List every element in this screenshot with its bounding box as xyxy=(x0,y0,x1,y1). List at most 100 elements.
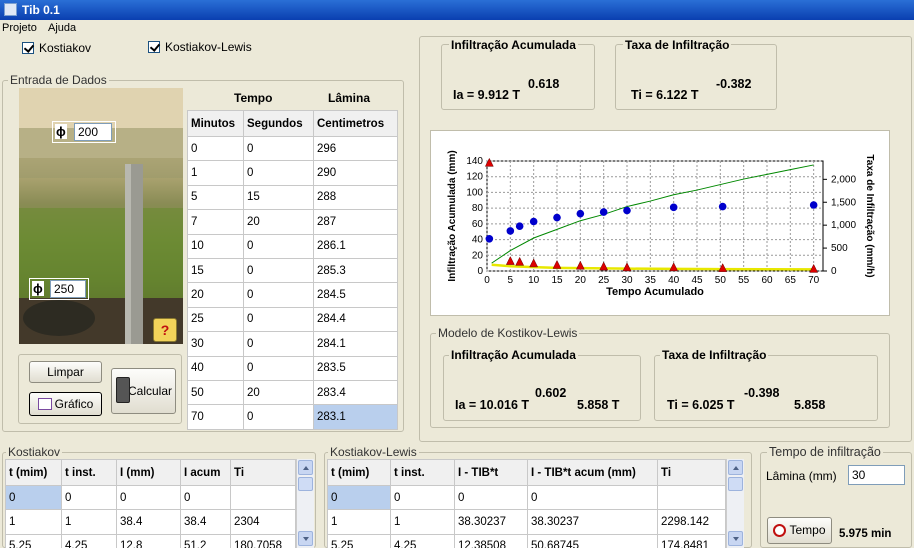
table-cell[interactable]: 1 xyxy=(187,160,244,186)
table-cell[interactable]: 20 xyxy=(187,282,244,308)
lewis-scrollbar[interactable] xyxy=(726,459,744,548)
menu-projeto[interactable]: Projeto xyxy=(2,22,37,34)
table-cell[interactable]: 30 xyxy=(187,331,244,357)
table-row[interactable]: 50 20 283.4 xyxy=(187,379,398,406)
table-cell[interactable]: 5 xyxy=(187,184,244,211)
table-cell[interactable]: 50.68745 xyxy=(527,533,658,548)
grafico-button[interactable]: Gráfico xyxy=(29,392,102,416)
table-cell[interactable]: 180.7058 xyxy=(230,533,296,548)
table-cell[interactable]: 0 xyxy=(243,160,314,186)
table-cell[interactable]: 290 xyxy=(313,160,398,186)
table-cell[interactable]: 1 xyxy=(327,509,391,535)
calcular-button[interactable]: Calcular xyxy=(111,368,176,414)
table-cell[interactable]: 174.8481 xyxy=(657,533,726,548)
table-cell[interactable]: 1 xyxy=(390,509,455,535)
table-cell[interactable]: 0 xyxy=(327,484,391,511)
table-cell[interactable]: 286.1 xyxy=(313,233,398,259)
table-cell[interactable]: 38.4 xyxy=(180,509,231,535)
table-cell[interactable]: 284.4 xyxy=(313,306,398,333)
lewis-table-viewport[interactable]: t (mim) t inst. I - TIB*t I - TIB*t acum… xyxy=(327,459,726,548)
table-cell[interactable]: 1 xyxy=(61,509,117,535)
table-row[interactable]: 5.25 4.25 12.8 51.2 180.7058 xyxy=(5,533,296,548)
phi-top-input[interactable] xyxy=(74,123,112,141)
lamina-mm-input[interactable] xyxy=(848,465,905,485)
table-row[interactable]: 15 0 285.3 xyxy=(187,257,398,284)
table-cell[interactable]: 38.30237 xyxy=(527,509,658,535)
table-row[interactable]: 25 0 284.4 xyxy=(187,306,398,333)
table-cell[interactable] xyxy=(230,484,296,511)
table-cell[interactable]: 2304 xyxy=(230,509,296,535)
kostiakov-checkbox[interactable]: Kostiakov xyxy=(22,41,91,55)
help-button[interactable]: ? xyxy=(153,318,177,342)
table-cell[interactable]: 0 xyxy=(243,282,314,308)
table-cell[interactable]: 288 xyxy=(313,184,398,211)
table-cell[interactable]: 283.4 xyxy=(313,379,398,406)
table-cell[interactable]: 284.5 xyxy=(313,282,398,308)
table-cell[interactable]: 296 xyxy=(313,135,398,162)
table-cell[interactable]: 0 xyxy=(5,484,62,511)
scroll-down-icon[interactable] xyxy=(298,531,313,546)
table-cell[interactable]: 0 xyxy=(454,484,528,511)
table-cell[interactable]: 0 xyxy=(243,404,314,430)
table-row[interactable]: 1 1 38.30237 38.30237 2298.142 xyxy=(327,509,726,535)
table-cell[interactable]: 4.25 xyxy=(390,533,455,548)
table-row[interactable]: 0000 xyxy=(327,484,726,511)
table-cell[interactable]: 0 xyxy=(243,135,314,162)
table-cell[interactable]: 12.38508 xyxy=(454,533,528,548)
table-cell[interactable]: 0 xyxy=(243,257,314,284)
table-row[interactable]: 40 0 283.5 xyxy=(187,355,398,381)
table-row[interactable]: 0 0 296 xyxy=(187,135,398,162)
table-cell[interactable]: 5.25 xyxy=(327,533,391,548)
table-cell[interactable]: 50 xyxy=(187,379,244,406)
table-cell[interactable]: 283.5 xyxy=(313,355,398,381)
kostiakov-lewis-checkbox[interactable]: Kostiakov-Lewis xyxy=(148,40,252,54)
table-cell[interactable]: 38.4 xyxy=(116,509,181,535)
menu-ajuda[interactable]: Ajuda xyxy=(48,22,76,34)
kostiakov-table-viewport[interactable]: t (mim) t inst. I (mm) I acum Ti 0000113… xyxy=(5,459,296,548)
table-row[interactable]: 20 0 284.5 xyxy=(187,282,398,308)
table-row[interactable]: 5.25 4.25 12.38508 50.68745 174.8481 xyxy=(327,533,726,548)
table-cell[interactable]: 284.1 xyxy=(313,331,398,357)
scroll-thumb[interactable] xyxy=(298,477,313,491)
table-cell[interactable]: 0 xyxy=(116,484,181,511)
table-cell[interactable]: 0 xyxy=(243,331,314,357)
table-cell[interactable]: 0 xyxy=(527,484,658,511)
table-cell[interactable]: 285.3 xyxy=(313,257,398,284)
table-row[interactable]: 1 1 38.4 38.4 2304 xyxy=(5,509,296,535)
table-cell[interactable]: 1 xyxy=(5,509,62,535)
kostiakov-scrollbar[interactable] xyxy=(296,459,314,548)
table-cell[interactable]: 287 xyxy=(313,209,398,235)
table-cell[interactable]: 20 xyxy=(243,379,314,406)
table-cell[interactable]: 15 xyxy=(187,257,244,284)
table-cell[interactable]: 12.8 xyxy=(116,533,181,548)
table-cell[interactable] xyxy=(657,484,726,511)
table-cell[interactable]: 0 xyxy=(61,484,117,511)
table-row[interactable]: 5 15 288 xyxy=(187,184,398,211)
table-cell[interactable]: 51.2 xyxy=(180,533,231,548)
table-cell[interactable]: 20 xyxy=(243,209,314,235)
table-cell[interactable]: 15 xyxy=(243,184,314,211)
table-cell[interactable]: 0 xyxy=(180,484,231,511)
table-cell[interactable]: 5.25 xyxy=(5,533,62,548)
table-cell[interactable]: 7 xyxy=(187,209,244,235)
table-cell[interactable]: 0 xyxy=(243,306,314,333)
table-cell[interactable]: 0 xyxy=(243,355,314,381)
table-cell[interactable]: 0 xyxy=(390,484,455,511)
table-cell[interactable]: 0 xyxy=(243,233,314,259)
phi-bottom-input[interactable] xyxy=(50,280,86,298)
table-row[interactable]: 70 0 283.1 xyxy=(187,404,398,430)
table-row[interactable]: 30 0 284.1 xyxy=(187,331,398,357)
table-cell[interactable]: 25 xyxy=(187,306,244,333)
table-cell[interactable]: 10 xyxy=(187,233,244,259)
table-row[interactable]: 0000 xyxy=(5,484,296,511)
table-row[interactable]: 7 20 287 xyxy=(187,209,398,235)
scroll-thumb[interactable] xyxy=(728,477,743,491)
table-row[interactable]: 10 0 286.1 xyxy=(187,233,398,259)
table-cell[interactable]: 40 xyxy=(187,355,244,381)
table-row[interactable]: 1 0 290 xyxy=(187,160,398,186)
scroll-down-icon[interactable] xyxy=(728,531,743,546)
table-cell[interactable]: 283.1 xyxy=(313,404,398,430)
tempo-button[interactable]: Tempo xyxy=(767,517,832,544)
scroll-up-icon[interactable] xyxy=(728,460,743,475)
table-cell[interactable]: 4.25 xyxy=(61,533,117,548)
